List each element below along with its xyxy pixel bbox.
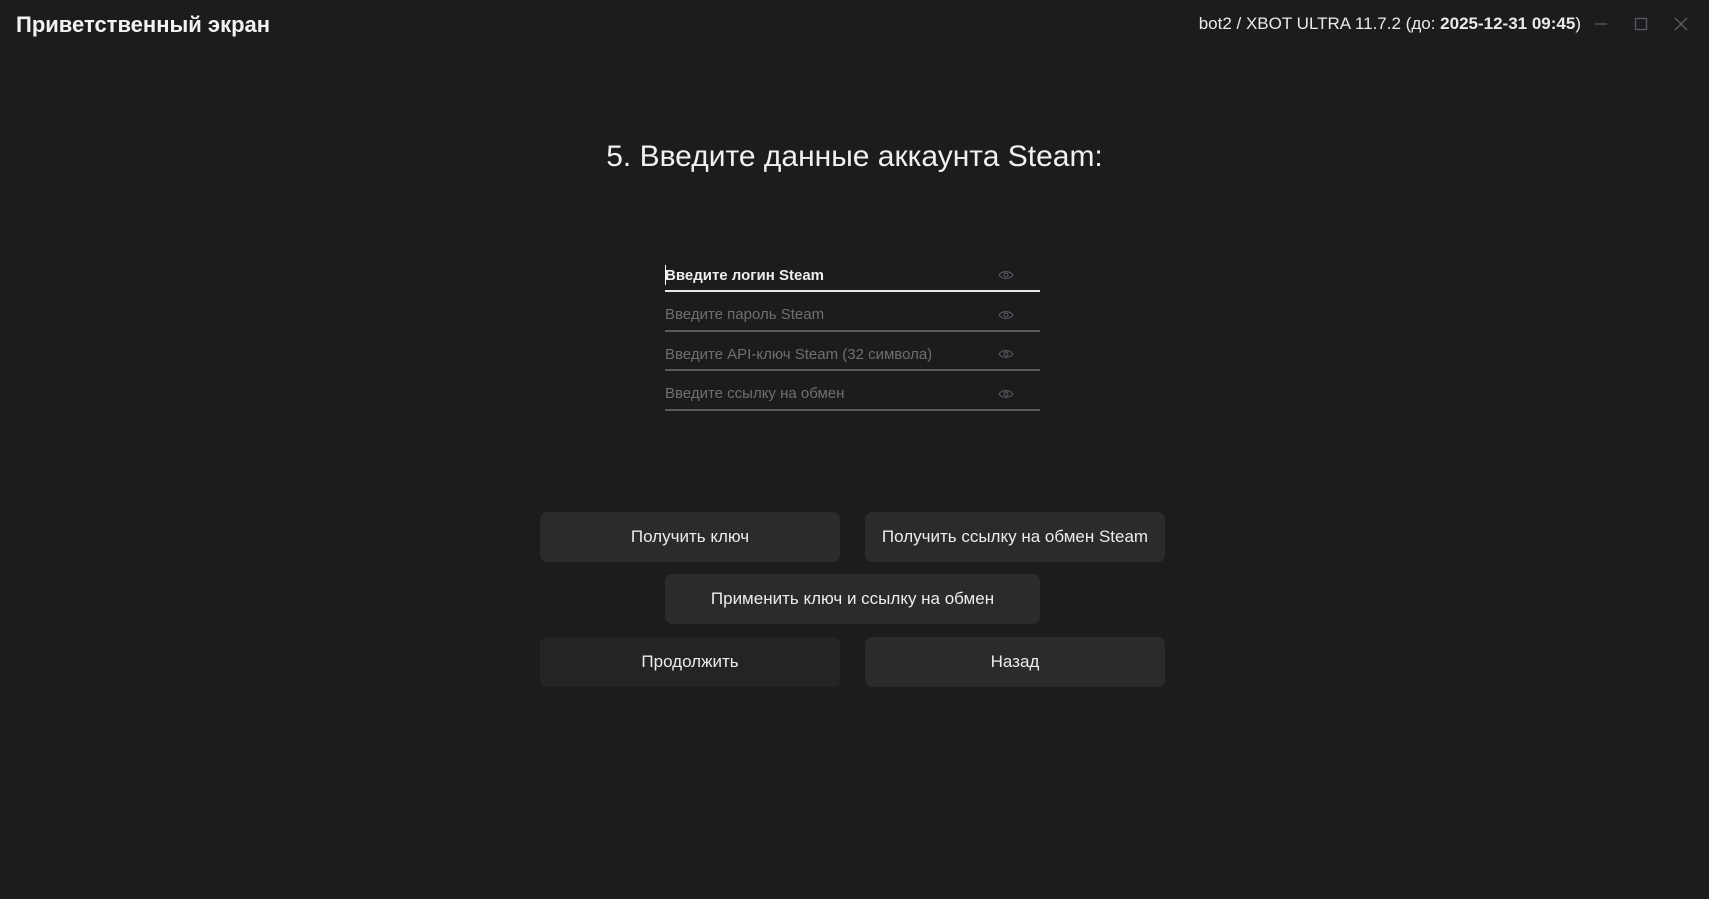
close-icon [1674,17,1688,31]
eye-icon[interactable] [998,269,1014,281]
maximize-icon [1634,17,1648,31]
window-title: Приветственный экран [16,12,271,37]
app-version-info: bot2 / XBOT ULTRA 11.7.2 (до: 2025-12-31… [1199,14,1581,34]
steam-login-input[interactable] [665,262,995,288]
license-until-label: (до: [1405,14,1436,33]
minimize-icon [1595,23,1607,25]
eye-icon[interactable] [998,309,1014,321]
step-title: 5. Введите данные аккаунта Steam: [606,140,1103,173]
continue-button[interactable]: Продолжить [540,637,840,687]
back-button[interactable]: Назад [865,637,1165,687]
trade-link-input[interactable] [665,380,995,407]
minimize-button[interactable] [1581,10,1621,38]
steam-api-key-input[interactable] [665,341,995,367]
app-name-version: bot2 / XBOT ULTRA 11.7.2 [1198,14,1401,33]
steam-account-form [665,262,1040,420]
get-key-button[interactable]: Получить ключ [540,512,840,562]
license-until-date: 2025-12-31 09:45 [1440,14,1576,33]
get-trade-link-button[interactable]: Получить ссылку на обмен Steam [865,512,1165,562]
trade-link-field-wrapper [665,380,1040,411]
window-controls [1581,10,1701,38]
steam-password-field-wrapper [665,301,1040,332]
close-button[interactable] [1661,10,1701,38]
steam-login-field-wrapper [665,262,1040,292]
welcome-window: Приветственный экран bot2 / XBOT ULTRA 1… [0,0,1709,899]
title-bar[interactable]: Приветственный экран bot2 / XBOT ULTRA 1… [0,0,1709,50]
eye-icon[interactable] [998,388,1014,400]
maximize-button[interactable] [1621,10,1661,38]
apply-key-and-link-button[interactable]: Применить ключ и ссылку на обмен [665,574,1040,624]
steam-password-input[interactable] [665,301,995,328]
steam-api-key-field-wrapper [665,341,1040,371]
eye-icon[interactable] [998,348,1014,360]
text-caret [665,265,666,285]
